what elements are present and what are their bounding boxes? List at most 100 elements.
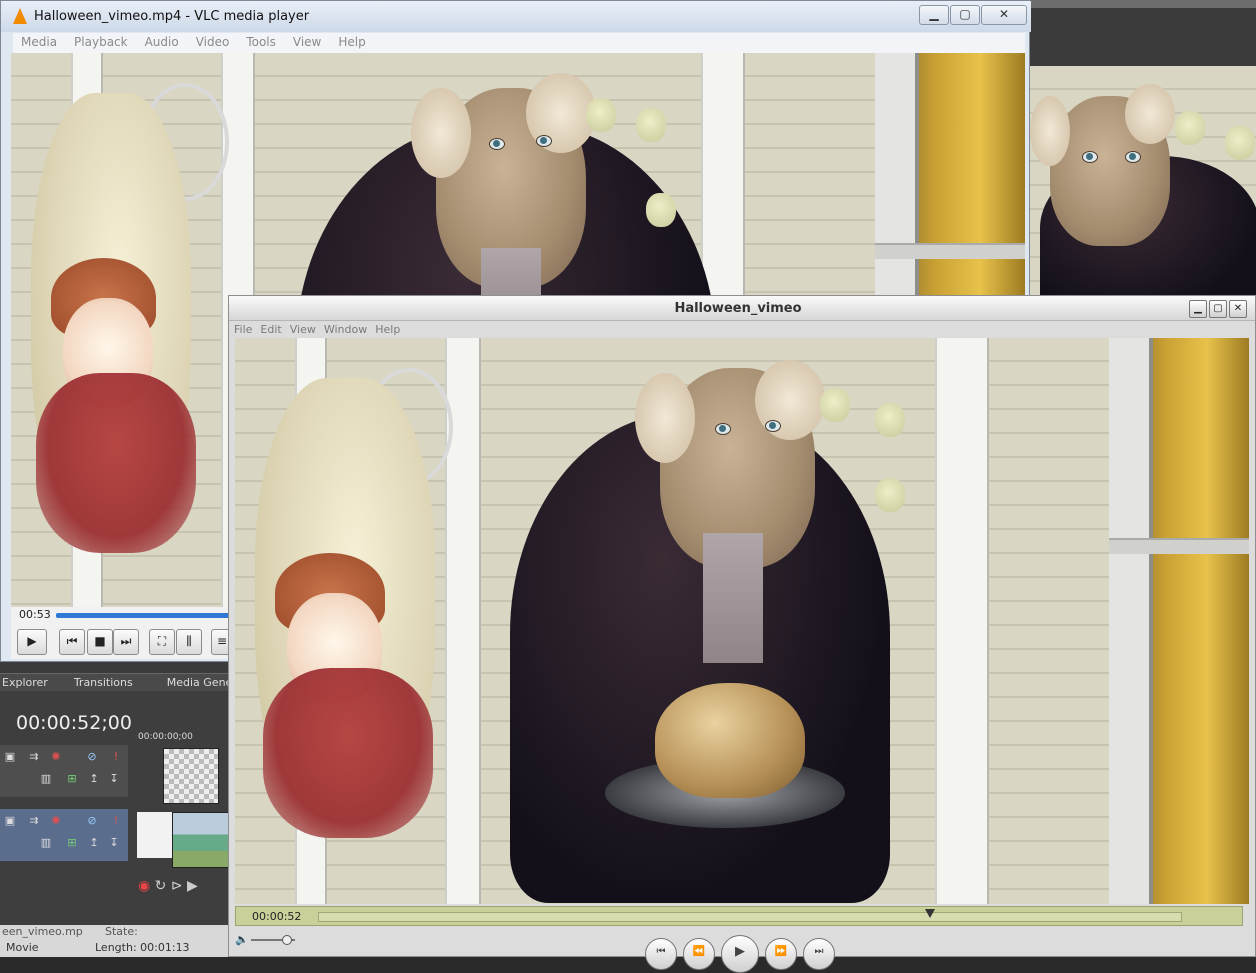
play-icon[interactable]: ▶ (187, 878, 198, 894)
vlc-extended-settings-button[interactable]: ⫼ (176, 629, 202, 655)
player-minimize-button[interactable]: ▁ (1189, 300, 1207, 318)
close-button[interactable]: ✕ (981, 5, 1027, 25)
vlc-play-button[interactable]: ▶ (17, 629, 47, 655)
timeline-clip-blank[interactable] (137, 812, 172, 858)
previous-icon: ⏮ (66, 634, 78, 648)
track-level-slider[interactable]: ▥ (40, 773, 52, 785)
player-video-frame (235, 338, 1249, 904)
fast-forward-icon: ⏩ (774, 946, 788, 957)
timeline-clip-media-generator[interactable] (163, 748, 219, 804)
timeline-clip-video[interactable] (172, 812, 232, 868)
track-level-slider[interactable]: ▥ (40, 837, 52, 849)
go-to-start-icon: ⏮ (656, 946, 666, 957)
track-motion-icon[interactable]: ▣ (4, 751, 16, 763)
menu-video[interactable]: Video (188, 33, 239, 53)
track-mute-icon[interactable]: ⊘ (86, 751, 98, 763)
media-length-value: 00:01:13 (140, 941, 190, 954)
track-parent-icon[interactable]: ↥ (88, 773, 100, 785)
loop-icon[interactable]: ↻ (155, 878, 167, 894)
track-fx-icon[interactable]: ✺ (50, 815, 62, 827)
player-playhead[interactable] (925, 909, 935, 918)
track-child-icon[interactable]: ↧ (108, 773, 120, 785)
player-transport: ⏮ ⏪ ▶ ⏩ ⏭ (645, 935, 835, 973)
track-compositing-icon[interactable]: ⊞ (66, 837, 78, 849)
vlc-cone-icon (13, 8, 27, 24)
go-to-end-button[interactable]: ⏭ (803, 938, 835, 970)
menu-edit[interactable]: Edit (259, 322, 288, 336)
menu-file[interactable]: File (233, 322, 259, 336)
media-state-label: State: (105, 925, 138, 938)
record-icon[interactable]: ◉ (138, 878, 150, 894)
maximize-button[interactable]: ▢ (950, 5, 980, 25)
player-maximize-button[interactable]: ▢ (1209, 300, 1227, 318)
vlc-title-bar[interactable]: Halloween_vimeo.mp4 - VLC media player ▁… (1, 1, 1031, 32)
rewind-button[interactable]: ⏪ (683, 938, 715, 970)
close-icon: ✕ (998, 7, 1010, 21)
media-length-label: Length: 00:01:13 (95, 941, 190, 954)
editor-transport: ◉ ↻ ⊳ ▶ (138, 878, 198, 894)
track-fx-icon[interactable]: ✺ (50, 751, 62, 763)
track-compositing-icon[interactable]: ⊞ (66, 773, 78, 785)
vlc-menu-bar: Media Playback Audio Video Tools View He… (13, 33, 1025, 53)
close-icon: ✕ (1233, 303, 1243, 314)
menu-view[interactable]: View (289, 322, 323, 336)
editor-preview-window (1030, 66, 1256, 296)
player-video-area[interactable] (235, 338, 1249, 904)
tab-transitions[interactable]: Transitions (58, 674, 143, 692)
track-solo-icon[interactable]: ! (110, 815, 122, 827)
track-motion-icon[interactable]: ▣ (4, 815, 16, 827)
track-parent-icon[interactable]: ↥ (88, 837, 100, 849)
preview-video-frame (1030, 66, 1256, 296)
volume-knob[interactable] (282, 935, 292, 945)
vlc-stop-button[interactable]: ■ (87, 629, 113, 655)
play-icon: ▶ (27, 634, 37, 648)
vlc-fullscreen-button[interactable]: ⛶ (149, 629, 175, 655)
menu-media[interactable]: Media (13, 33, 66, 53)
player-timeline: 00:00:52 (235, 906, 1243, 926)
media-type: Movie (6, 941, 39, 954)
track-solo-icon[interactable]: ! (110, 751, 122, 763)
maximize-icon: ▢ (959, 7, 971, 21)
maximize-icon: ▢ (1213, 303, 1223, 314)
rewind-icon: ⏪ (692, 946, 706, 957)
player-seek-track[interactable] (318, 912, 1182, 922)
volume-icon[interactable]: 🔈 (235, 933, 249, 946)
menu-playback[interactable]: Playback (66, 33, 137, 53)
menu-window[interactable]: Window (323, 322, 374, 336)
extended-settings-icon: ⫼ (186, 634, 192, 648)
fullscreen-icon: ⛶ (157, 634, 167, 648)
menu-audio[interactable]: Audio (137, 33, 188, 53)
player-current-time: 00:00:52 (252, 910, 302, 923)
play-button[interactable]: ▶ (721, 935, 759, 973)
minimize-icon: ▁ (929, 7, 939, 21)
player-window-title: Halloween_vimeo (674, 301, 802, 316)
next-icon: ⏭ (120, 634, 132, 648)
stop-icon: ■ (94, 634, 106, 648)
track-composite-icon[interactable]: ⇉ (28, 751, 40, 763)
menu-view[interactable]: View (285, 33, 330, 53)
track-composite-icon[interactable]: ⇉ (28, 815, 40, 827)
vlc-next-button[interactable]: ⏭ (113, 629, 139, 655)
player-title-bar[interactable]: Halloween_vimeo ▁ ▢ ✕ (229, 296, 1255, 321)
vlc-previous-button[interactable]: ⏮ (59, 629, 85, 655)
tab-explorer[interactable]: Explorer (0, 674, 58, 692)
go-to-end-icon: ⏭ (814, 946, 824, 957)
player-close-button[interactable]: ✕ (1229, 300, 1247, 318)
menu-help[interactable]: Help (330, 33, 374, 53)
playlist-icon: ≡ (216, 634, 228, 648)
editor-tab-bar: Explorer Transitions Media Generators (0, 673, 265, 692)
menu-help[interactable]: Help (374, 322, 407, 336)
go-to-start-button[interactable]: ⏮ (645, 938, 677, 970)
timeline-timecode: 00:00:52;00 (16, 712, 132, 734)
minimize-button[interactable]: ▁ (919, 5, 949, 25)
vlc-elapsed-time: 00:53 (19, 608, 51, 621)
track-mute-icon[interactable]: ⊘ (86, 815, 98, 827)
video-track-header-selected[interactable]: ▣ ⇉ ✺ ⊘ ! ▥ ⊞ ↥ ↧ (0, 809, 128, 861)
play-from-start-icon[interactable]: ⊳ (171, 878, 183, 894)
media-filename: een_vimeo.mp (2, 925, 83, 938)
track-child-icon[interactable]: ↧ (108, 837, 120, 849)
video-track-header[interactable]: ▣ ⇉ ✺ ⊘ ! ▥ ⊞ ↥ ↧ (0, 745, 128, 797)
minimize-icon: ▁ (1194, 303, 1202, 314)
menu-tools[interactable]: Tools (238, 33, 285, 53)
fast-forward-button[interactable]: ⏩ (765, 938, 797, 970)
